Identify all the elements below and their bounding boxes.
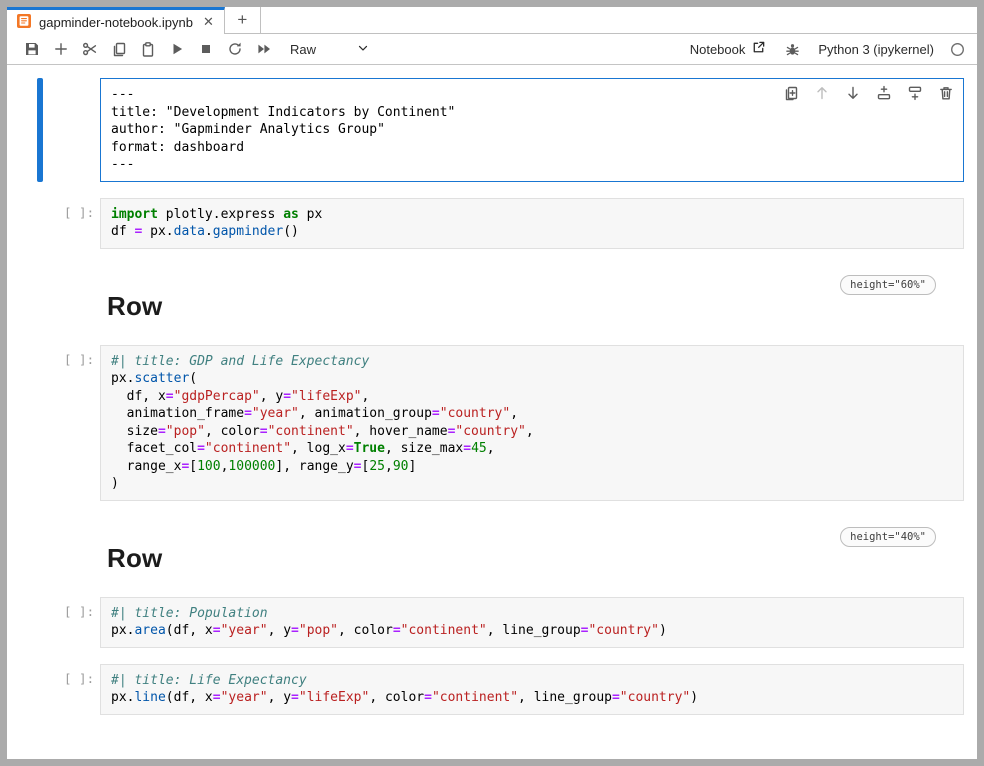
cell-editor[interactable]: #| title: GDP and Life Expectancypx.scat… bbox=[100, 345, 964, 501]
code-line: px.area(df, x="year", y="pop", color="co… bbox=[111, 622, 953, 640]
insert-icon[interactable] bbox=[46, 36, 75, 62]
layout-height-badge: height="40%" bbox=[840, 527, 936, 547]
code-line: ) bbox=[111, 475, 953, 493]
toolbar-icons-slot bbox=[17, 36, 278, 62]
cell-prompt bbox=[43, 275, 100, 337]
execution-prompt: [ ]: bbox=[43, 345, 100, 501]
code-cell[interactable]: [ ]:#| title: GDP and Life Expectancypx.… bbox=[37, 345, 964, 501]
tab-gapminder-notebook[interactable]: gapminder-notebook.ipynb ✕ bbox=[7, 7, 225, 34]
new-tab-button[interactable]: + bbox=[225, 7, 261, 34]
save-icon[interactable] bbox=[17, 36, 46, 62]
code-line: facet_col="continent", log_x=True, size_… bbox=[111, 440, 953, 458]
restart-icon[interactable] bbox=[220, 36, 249, 62]
code-line: px.scatter( bbox=[111, 370, 953, 388]
close-tab-icon[interactable]: ✕ bbox=[203, 14, 214, 30]
insert-above-icon[interactable] bbox=[875, 84, 893, 102]
cell-editor[interactable]: #| title: Populationpx.area(df, x="year"… bbox=[100, 597, 964, 648]
markdown-rendered: height="40%"Row bbox=[100, 527, 964, 589]
layout-height-badge: height="60%" bbox=[840, 275, 936, 295]
code-cell[interactable]: [ ]:#| title: Life Expectancypx.line(df,… bbox=[37, 664, 964, 715]
execution-prompt: [ ]: bbox=[43, 597, 100, 648]
code-line: format: dashboard bbox=[111, 139, 953, 157]
execution-prompt bbox=[43, 78, 100, 182]
delete-icon[interactable] bbox=[937, 84, 955, 102]
toolbar-right: Notebook Python 3 (ipykernel) bbox=[690, 36, 965, 62]
code-line: px.line(df, x="year", y="lifeExp", color… bbox=[111, 689, 953, 707]
cut-icon[interactable] bbox=[75, 36, 104, 62]
cell-prompt bbox=[43, 527, 100, 589]
jupyterlab-window: gapminder-notebook.ipynb ✕ + Raw Noteboo… bbox=[0, 0, 984, 766]
code-cell[interactable]: [ ]:import plotly.express as pxdf = px.d… bbox=[37, 198, 964, 249]
code-line: --- bbox=[111, 156, 953, 174]
code-line: df = px.data.gapminder() bbox=[111, 223, 953, 241]
insert-below-icon[interactable] bbox=[906, 84, 924, 102]
row-heading: Row bbox=[107, 291, 964, 322]
code-line: animation_frame="year", animation_group=… bbox=[111, 405, 953, 423]
move-down-icon[interactable] bbox=[844, 84, 862, 102]
tab-title: gapminder-notebook.ipynb bbox=[39, 15, 193, 30]
notebook-file-icon bbox=[16, 13, 32, 32]
row-heading: Row bbox=[107, 543, 964, 574]
code-line: title: "Development Indicators by Contin… bbox=[111, 104, 953, 122]
copy-icon[interactable] bbox=[104, 36, 133, 62]
code-line: #| title: Life Expectancy bbox=[111, 672, 953, 690]
markdown-cell[interactable]: height="60%"Row bbox=[37, 275, 964, 337]
restart-run-all-icon[interactable] bbox=[249, 36, 278, 62]
code-line: import plotly.express as px bbox=[111, 206, 953, 224]
run-icon[interactable] bbox=[162, 36, 191, 62]
cell-type-dropdown[interactable]: Raw bbox=[290, 41, 370, 58]
code-line: df, x="gdpPercap", y="lifeExp", bbox=[111, 388, 953, 406]
kernel-name-label: Python 3 (ipykernel) bbox=[818, 42, 934, 57]
cell-toolbar bbox=[782, 84, 955, 102]
notebook-tools-label: Notebook bbox=[690, 42, 746, 57]
cell-editor[interactable]: import plotly.express as pxdf = px.data.… bbox=[100, 198, 964, 249]
cell-type-value: Raw bbox=[290, 42, 316, 57]
chevron-down-icon bbox=[356, 41, 370, 58]
kernel-status-icon bbox=[950, 42, 965, 57]
code-line: author: "Gapminder Analytics Group" bbox=[111, 121, 953, 139]
code-line: #| title: Population bbox=[111, 605, 953, 623]
notebook-tools-button[interactable]: Notebook bbox=[690, 40, 767, 58]
tab-bar-filler bbox=[261, 7, 977, 34]
interrupt-icon[interactable] bbox=[191, 36, 220, 62]
raw-cell[interactable]: --- title: "Development Indicators by Con… bbox=[37, 78, 964, 182]
code-line: size="pop", color="continent", hover_nam… bbox=[111, 423, 953, 441]
execution-prompt: [ ]: bbox=[43, 198, 100, 249]
notebook-cells: --- title: "Development Indicators by Con… bbox=[7, 65, 977, 715]
markdown-cell[interactable]: height="40%"Row bbox=[37, 527, 964, 589]
execution-prompt: [ ]: bbox=[43, 664, 100, 715]
code-line: #| title: GDP and Life Expectancy bbox=[111, 353, 953, 371]
markdown-rendered: height="60%"Row bbox=[100, 275, 964, 337]
move-up-icon bbox=[813, 84, 831, 102]
tab-bar: gapminder-notebook.ipynb ✕ + bbox=[7, 7, 977, 34]
debugger-bug-icon[interactable] bbox=[782, 36, 802, 62]
duplicate-icon[interactable] bbox=[782, 84, 800, 102]
cell-editor[interactable]: --- title: "Development Indicators by Con… bbox=[100, 78, 964, 182]
external-link-icon bbox=[751, 40, 766, 58]
paste-icon[interactable] bbox=[133, 36, 162, 62]
code-cell[interactable]: [ ]:#| title: Populationpx.area(df, x="y… bbox=[37, 597, 964, 648]
cell-editor[interactable]: #| title: Life Expectancypx.line(df, x="… bbox=[100, 664, 964, 715]
notebook-toolbar: Raw Notebook Python 3 (ipykernel) bbox=[7, 34, 977, 65]
code-line: range_x=[100,100000], range_y=[25,90] bbox=[111, 458, 953, 476]
kernel-switcher[interactable]: Python 3 (ipykernel) bbox=[818, 42, 934, 57]
